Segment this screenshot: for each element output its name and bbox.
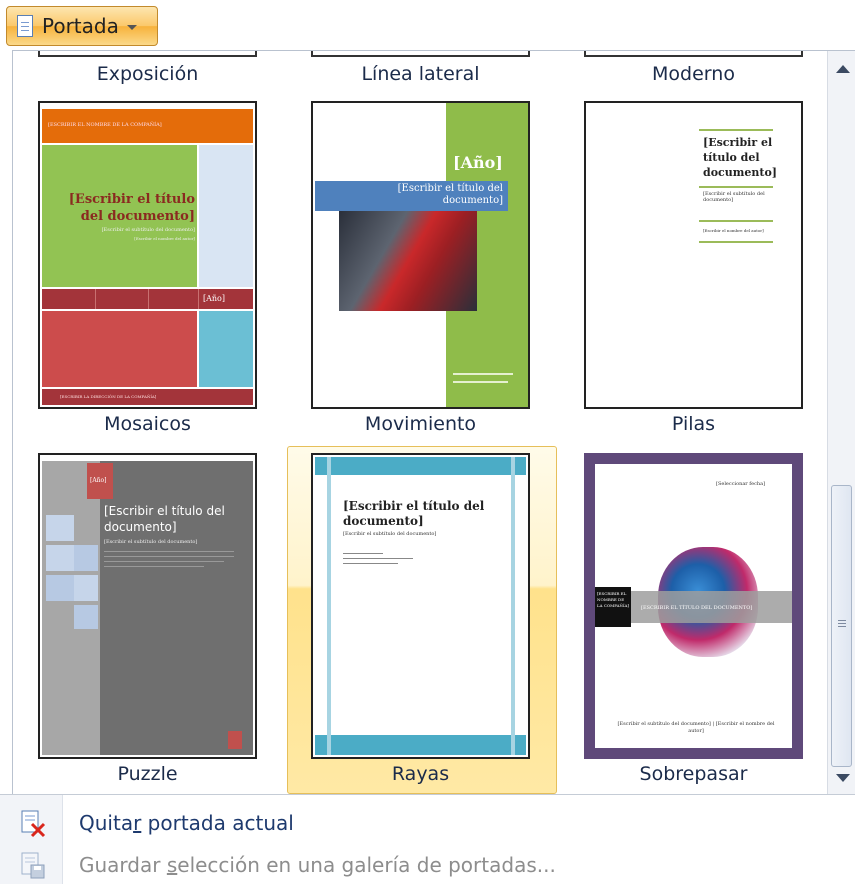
caption-mosaicos[interactable]: Mosaicos — [38, 413, 257, 435]
caption-movimiento[interactable]: Movimiento — [311, 413, 530, 435]
thumb-mosaicos[interactable]: [ESCRIBIR EL NOMBRE DE LA COMPAÑÍA] [Esc… — [38, 101, 257, 409]
sobrepasar-company: [ESCRIBIR EL NOMBRE DE LA COMPAÑÍA] — [597, 591, 629, 608]
save-selection-label: Guardar selección en una galería de port… — [79, 853, 556, 877]
rayas-title: [Escribir el título del documento] — [343, 499, 485, 528]
pilas-subtitle: [Escribir el subtítulo del documento] — [703, 191, 765, 203]
cover-gallery: Exposición Línea lateral Moderno [ESCRIB… — [12, 50, 855, 794]
mosaicos-footer: [ESCRIBIR LA DIRECCIÓN DE LA COMPAÑÍA] — [60, 394, 157, 399]
thumb-movimiento[interactable]: [Año] [Escribir el título del documento] — [311, 101, 530, 409]
sobrepasar-title: [ESCRIBIR EL TÍTULO DEL DOCUMENTO] — [641, 605, 753, 611]
train-image — [339, 211, 477, 311]
sobrepasar-date: [Seleccionar fecha] — [716, 481, 766, 487]
mosaicos-subtitle: [Escribir el subtítulo del documento] — [101, 227, 195, 233]
pilas-title: [Escribir el título del documento] — [703, 136, 777, 179]
thumb-rayas[interactable]: [Escribir el título del documento] [Escr… — [311, 453, 530, 759]
scroll-thumb[interactable] — [831, 485, 852, 767]
thumb-linea-lateral-partial[interactable] — [311, 51, 530, 57]
remove-cover-icon — [20, 810, 46, 838]
puzzle-title: [Escribir el título del documento] — [104, 504, 225, 534]
mosaicos-title: [Escribir el título del documento] — [68, 192, 195, 224]
save-selection-menu-item[interactable]: Guardar selección en una galería de port… — [0, 843, 855, 887]
sobrepasar-subtitle: [Escribir el subtítulo del documento] | … — [617, 721, 775, 734]
mosaicos-company: [ESCRIBIR EL NOMBRE DE LA COMPAÑÍA] — [48, 122, 162, 128]
caption-linea-lateral[interactable]: Línea lateral — [311, 63, 530, 85]
remove-cover-menu-item[interactable]: Quitar portada actual — [0, 801, 855, 845]
caption-pilas[interactable]: Pilas — [584, 413, 803, 435]
thumb-moderno-partial[interactable] — [584, 51, 803, 57]
scroll-down-arrow-icon[interactable] — [836, 774, 850, 782]
caption-sobrepasar[interactable]: Sobrepasar — [584, 763, 803, 785]
movimiento-title: [Escribir el título del documento] — [397, 183, 503, 206]
pilas-author: [Escribir el nombre del autor] — [703, 228, 764, 233]
save-to-gallery-icon — [20, 852, 45, 879]
mosaicos-date: [Escribir el nombre del autor] — [134, 236, 195, 241]
scroll-up-arrow-icon[interactable] — [836, 65, 850, 73]
rayas-subtitle: [Escribir el subtítulo del documento] — [343, 531, 437, 537]
puzzle-year: [Año] — [90, 477, 107, 484]
movimiento-year: [Año] — [453, 153, 503, 172]
thumb-pilas[interactable]: [Escribir el título del documento] [Escr… — [584, 101, 803, 409]
caption-rayas[interactable]: Rayas — [311, 763, 530, 785]
thumb-sobrepasar[interactable]: [Seleccionar fecha] [ESCRIBIR EL NOMBRE … — [584, 453, 803, 759]
gallery-menu: Quitar portada actual Guardar selección … — [0, 794, 855, 884]
caption-moderno[interactable]: Moderno — [584, 63, 803, 85]
puzzle-subtitle: [Escribir el subtítulo del documento] — [104, 539, 198, 545]
portada-button[interactable]: Portada — [6, 6, 158, 46]
caption-puzzle[interactable]: Puzzle — [38, 763, 257, 785]
thumb-exposicion-partial[interactable] — [38, 51, 257, 57]
caption-exposicion[interactable]: Exposición — [38, 63, 257, 85]
chevron-down-icon — [126, 25, 137, 30]
gallery-scrollbar[interactable] — [827, 51, 855, 794]
portada-label: Portada — [42, 14, 119, 38]
remove-cover-label: Quitar portada actual — [79, 811, 294, 835]
thumb-puzzle[interactable]: [Año] [Escribir el título del documento]… — [38, 453, 257, 759]
cover-page-icon — [17, 15, 33, 37]
mosaicos-year: [Año] — [203, 294, 225, 303]
